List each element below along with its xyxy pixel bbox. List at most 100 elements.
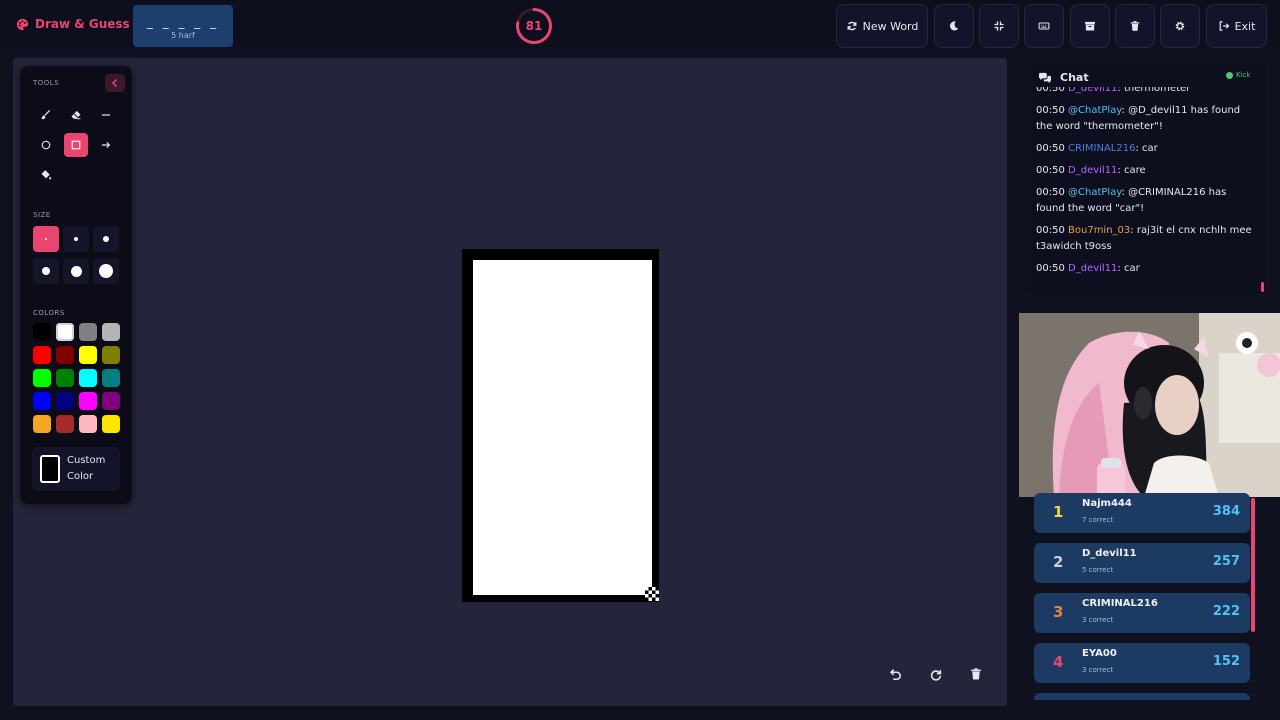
size-dot xyxy=(103,236,109,242)
message-time: 00:50 xyxy=(1036,105,1065,116)
new-word-label: New Word xyxy=(862,19,919,33)
new-word-button[interactable]: New Word xyxy=(836,4,928,48)
chat-header: Chat xyxy=(1038,71,1089,84)
circle-icon xyxy=(41,140,51,150)
message-user[interactable]: Bou7min_03 xyxy=(1068,225,1130,236)
message-text: : car xyxy=(1117,263,1140,274)
app-brand: Draw & Guess xyxy=(16,17,130,31)
player-name: Najm444 xyxy=(1082,498,1132,509)
color-swatch[interactable] xyxy=(102,369,120,387)
tools-label: TOOLS xyxy=(33,79,60,87)
refresh-icon xyxy=(847,21,857,31)
redo-button[interactable] xyxy=(921,657,951,691)
streamer-webcam-image xyxy=(1019,313,1280,497)
color-swatch[interactable] xyxy=(79,323,97,341)
settings-button[interactable] xyxy=(1160,4,1200,48)
message-text: : care xyxy=(1117,165,1146,176)
color-swatch[interactable] xyxy=(33,415,51,433)
color-swatch[interactable] xyxy=(79,392,97,410)
color-swatch[interactable] xyxy=(56,323,74,341)
color-swatch[interactable] xyxy=(33,369,51,387)
correct-count: 3 correct xyxy=(1082,666,1114,674)
keyboard-button[interactable] xyxy=(1024,4,1064,48)
message-user[interactable]: @ChatPlay xyxy=(1068,187,1122,198)
rectangle-icon xyxy=(71,140,81,150)
size-option[interactable] xyxy=(33,226,59,252)
color-swatch[interactable] xyxy=(56,369,74,387)
leaderboard: 1 Najm444 7 correct 384 2 D_devil11 5 correct 2… xyxy=(1034,490,1250,700)
chat-message: 00:50 CRIMINAL216: car xyxy=(1036,141,1258,157)
player-name: CRIMINAL216 xyxy=(1082,598,1158,609)
collapse-panel-button[interactable] xyxy=(105,74,125,92)
chat-messages[interactable]: 00:50 D_devil11: thermometer 00:50 @ChatP… xyxy=(1036,87,1258,287)
chat-message: 00:50 D_devil11: thermometer xyxy=(1036,87,1258,97)
player-score: 257 xyxy=(1212,554,1240,569)
brush-tool[interactable] xyxy=(34,103,58,127)
fullscreen-button[interactable] xyxy=(979,4,1019,48)
size-dot xyxy=(42,267,50,275)
color-swatch[interactable] xyxy=(102,323,120,341)
eraser-icon xyxy=(71,110,81,120)
color-swatch[interactable] xyxy=(79,346,97,364)
chat-title: Chat xyxy=(1060,71,1089,84)
rectangle-tool[interactable] xyxy=(64,133,88,157)
size-option[interactable] xyxy=(93,258,119,284)
kick-status: Kick xyxy=(1226,71,1250,79)
word-display: _ _ _ _ _ 5 harf xyxy=(133,5,233,47)
size-option[interactable] xyxy=(63,226,89,252)
clear-canvas-button[interactable] xyxy=(961,657,991,691)
chat-message: 00:50 D_devil11: care xyxy=(1036,163,1258,179)
chat-message: 00:50 @ChatPlay: @CRIMINAL216 has found … xyxy=(1036,185,1258,217)
dark-mode-button[interactable] xyxy=(934,4,974,48)
message-user[interactable]: @ChatPlay xyxy=(1068,105,1122,116)
message-text: : @D_devil11 has found the word "thermom… xyxy=(1036,105,1241,132)
exit-button[interactable]: Exit xyxy=(1206,4,1267,48)
undo-button[interactable] xyxy=(880,657,910,691)
delete-button[interactable] xyxy=(1115,4,1155,48)
tools-panel: TOOLS SIZE COLORS Custom Color xyxy=(20,66,132,504)
color-swatch[interactable] xyxy=(33,392,51,410)
size-option[interactable] xyxy=(33,258,59,284)
eraser-tool[interactable] xyxy=(64,103,88,127)
line-tool[interactable] xyxy=(94,103,118,127)
size-option[interactable] xyxy=(93,226,119,252)
chat-message: 00:50 Bou7min_03: raj3it el cnx nchlh me… xyxy=(1036,223,1258,255)
color-swatch[interactable] xyxy=(79,415,97,433)
arrow-right-icon xyxy=(101,141,111,149)
timer-value: 81 xyxy=(525,19,543,33)
drawing-canvas[interactable] xyxy=(473,260,652,595)
chat-scrollbar[interactable] xyxy=(1261,282,1264,292)
color-swatch[interactable] xyxy=(79,369,97,387)
trash-icon xyxy=(1130,21,1140,31)
custom-color-button[interactable]: Custom Color xyxy=(32,447,120,491)
color-swatch[interactable] xyxy=(56,392,74,410)
circle-tool[interactable] xyxy=(34,133,58,157)
color-swatch[interactable] xyxy=(102,415,120,433)
canvas-resize-handle[interactable] xyxy=(645,587,659,601)
moon-icon xyxy=(949,21,959,31)
leaderboard-scrollbar[interactable] xyxy=(1251,498,1255,632)
size-option[interactable] xyxy=(63,258,89,284)
message-user[interactable]: D_devil11 xyxy=(1068,263,1117,274)
fill-tool[interactable] xyxy=(34,163,58,187)
size-dot xyxy=(70,265,82,277)
color-swatch[interactable] xyxy=(56,415,74,433)
color-swatch[interactable] xyxy=(56,346,74,364)
message-user[interactable]: D_devil11 xyxy=(1068,87,1117,94)
color-swatch[interactable] xyxy=(102,346,120,364)
color-swatch[interactable] xyxy=(33,323,51,341)
undo-icon xyxy=(889,669,902,681)
color-swatch[interactable] xyxy=(102,392,120,410)
color-swatch[interactable] xyxy=(33,346,51,364)
status-dot xyxy=(1226,71,1233,79)
player-score: 152 xyxy=(1212,654,1240,669)
arrow-tool[interactable] xyxy=(94,133,118,157)
line-icon xyxy=(101,114,111,116)
archive-button[interactable] xyxy=(1070,4,1110,48)
message-user[interactable]: CRIMINAL216 xyxy=(1068,143,1135,154)
size-dot xyxy=(74,237,78,241)
player-score: 384 xyxy=(1212,504,1240,519)
message-user[interactable]: D_devil11 xyxy=(1068,165,1117,176)
chat-message: 00:50 @ChatPlay: @D_devil11 has found th… xyxy=(1036,103,1258,135)
leaderboard-row: 3 CRIMINAL216 3 correct 222 xyxy=(1034,593,1250,633)
